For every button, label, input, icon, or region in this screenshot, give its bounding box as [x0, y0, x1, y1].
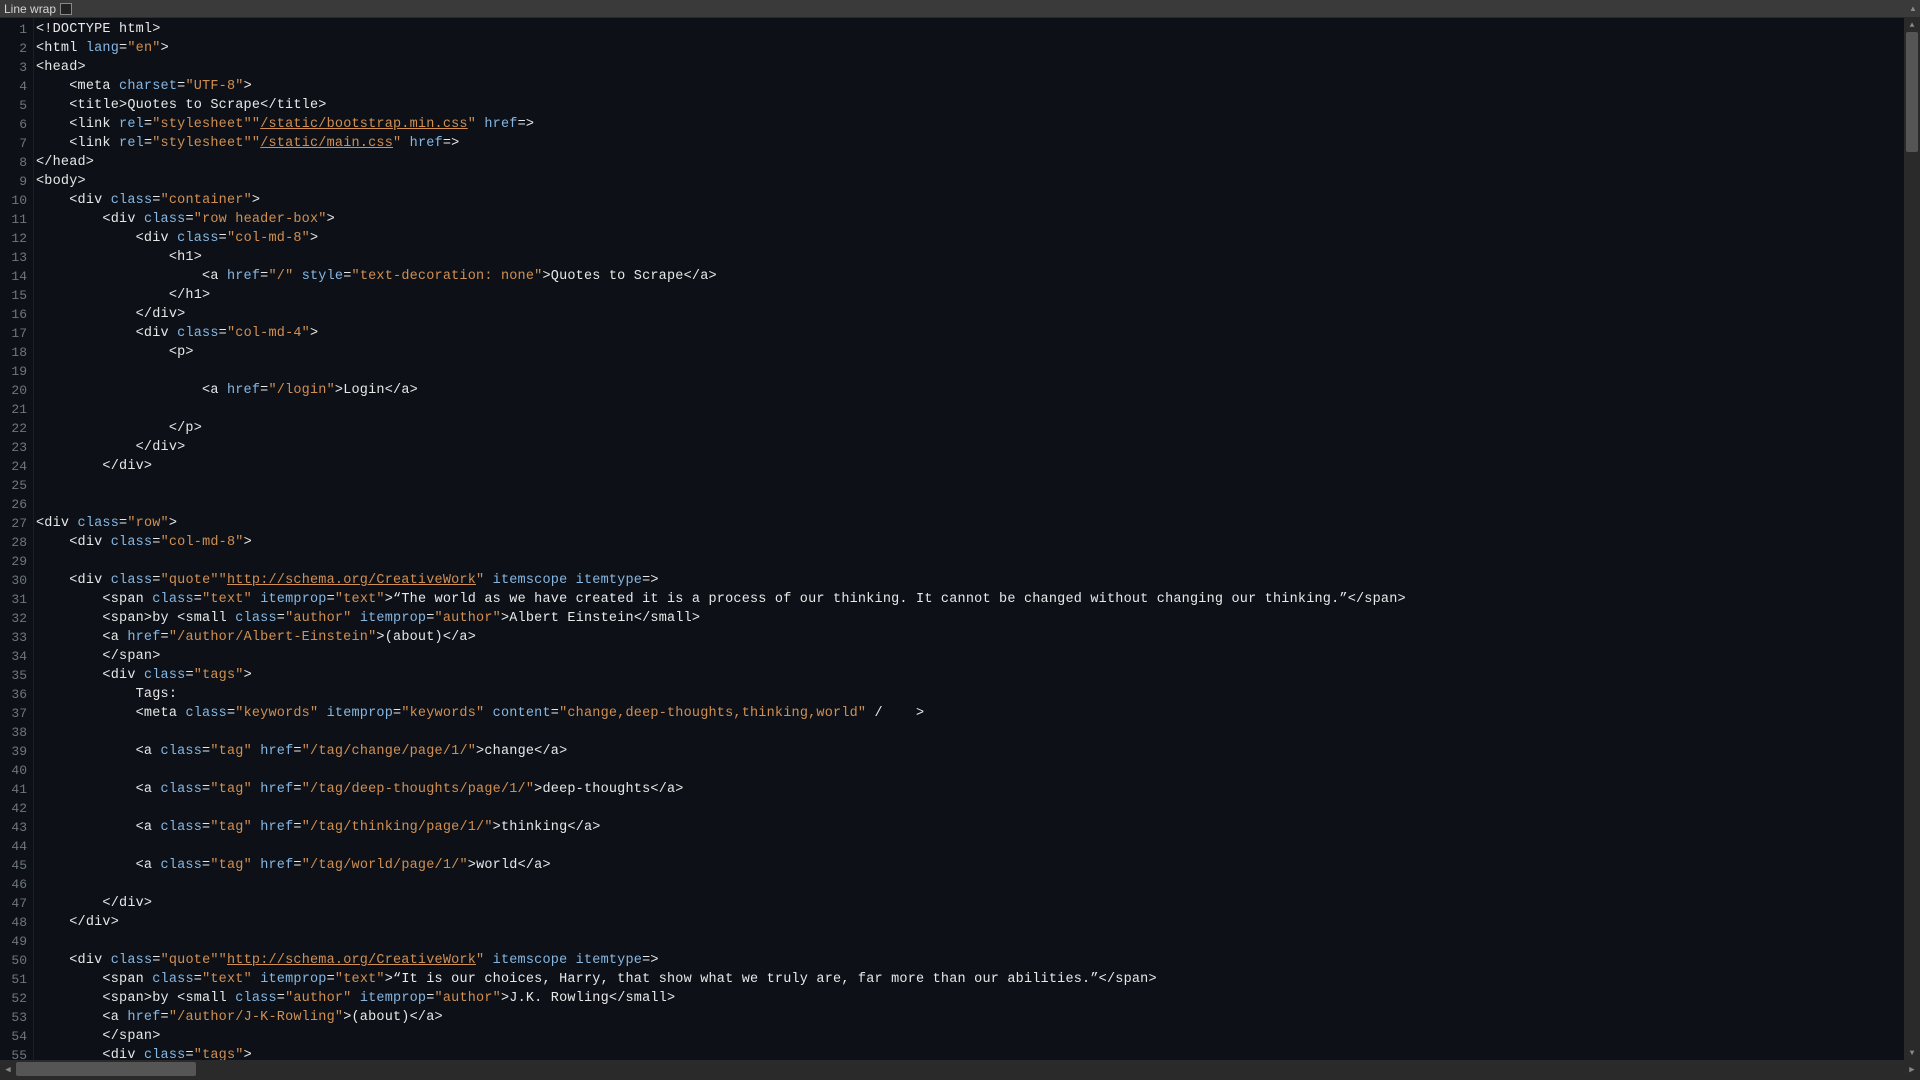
scroll-up-icon[interactable]: ▲: [1906, 0, 1920, 17]
scroll-down-arrow-icon[interactable]: ▼: [1904, 1046, 1920, 1060]
code-content[interactable]: <!DOCTYPE html><html lang="en"><head> <m…: [34, 18, 1920, 1060]
scroll-left-arrow-icon[interactable]: ◀: [0, 1060, 16, 1080]
horizontal-scrollbar[interactable]: ◀ ▶: [0, 1060, 1920, 1080]
toolbar: Line wrap ▲: [0, 0, 1920, 18]
vertical-scrollbar[interactable]: ▲ ▼: [1904, 18, 1920, 1060]
line-wrap-label: Line wrap: [4, 2, 56, 16]
line-wrap-checkbox[interactable]: [60, 3, 72, 15]
vertical-scroll-thumb[interactable]: [1906, 32, 1918, 152]
scroll-right-arrow-icon[interactable]: ▶: [1904, 1060, 1920, 1080]
horizontal-scroll-thumb[interactable]: [16, 1062, 196, 1076]
scroll-up-arrow-icon[interactable]: ▲: [1904, 18, 1920, 32]
editor: 1234567891011121314151617181920212223242…: [0, 18, 1920, 1060]
line-number-gutter: 1234567891011121314151617181920212223242…: [0, 18, 34, 1060]
